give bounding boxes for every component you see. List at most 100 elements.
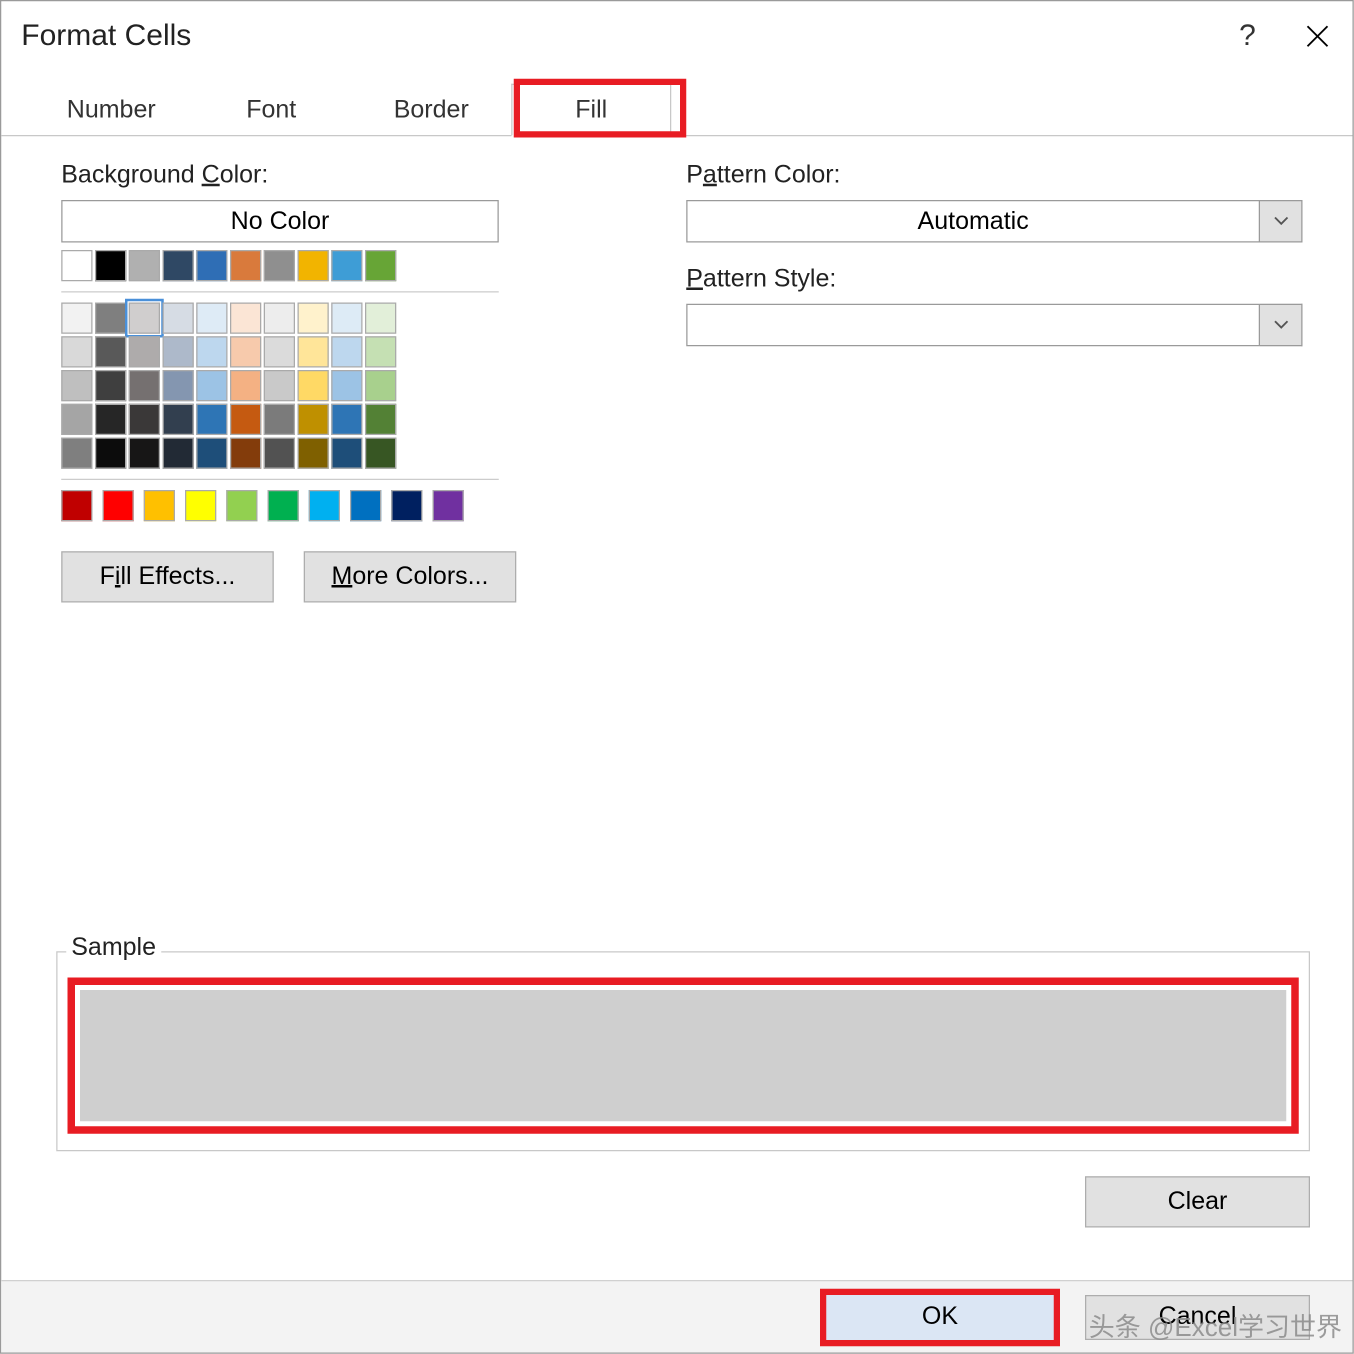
color-swatch[interactable] [298,438,329,469]
tab-border[interactable]: Border [351,84,511,137]
color-swatch[interactable] [331,404,362,435]
color-swatch[interactable] [365,250,396,281]
color-swatch[interactable] [365,303,396,334]
color-swatch[interactable] [129,404,160,435]
color-swatch[interactable] [331,303,362,334]
color-swatch[interactable] [163,250,194,281]
color-swatch[interactable] [129,370,160,401]
color-swatch[interactable] [95,336,126,367]
color-swatch[interactable] [144,490,175,521]
color-swatch[interactable] [196,303,227,334]
pattern-section: Pattern Color: Automatic Pattern Style: [686,161,1302,602]
color-swatch[interactable] [95,438,126,469]
color-swatch[interactable] [365,404,396,435]
color-swatch[interactable] [196,438,227,469]
dropdown-arrow-button[interactable] [1260,200,1303,243]
color-swatch[interactable] [264,370,295,401]
color-swatch[interactable] [129,250,160,281]
color-swatch[interactable] [298,250,329,281]
close-icon [1305,24,1330,49]
color-swatch[interactable] [129,336,160,367]
pattern-style-dropdown[interactable] [686,304,1302,347]
color-swatch[interactable] [196,336,227,367]
color-swatch[interactable] [163,438,194,469]
color-swatch[interactable] [61,250,92,281]
color-swatch[interactable] [264,250,295,281]
color-swatch[interactable] [365,438,396,469]
sample-label: Sample [66,934,161,963]
color-swatch[interactable] [268,490,299,521]
titlebar-actions: ? [1213,1,1353,71]
help-button[interactable]: ? [1213,1,1283,71]
color-swatch[interactable] [230,250,261,281]
dropdown-arrow-button[interactable] [1260,304,1303,347]
color-swatch[interactable] [95,303,126,334]
background-color-label: Background Color: [61,161,586,190]
close-button[interactable] [1283,1,1353,71]
color-swatch[interactable] [264,404,295,435]
color-swatch[interactable] [264,336,295,367]
color-swatch[interactable] [61,303,92,334]
tab-font[interactable]: Font [191,84,351,137]
color-swatch[interactable] [95,250,126,281]
color-swatch[interactable] [95,404,126,435]
color-swatch[interactable] [185,490,216,521]
color-swatch[interactable] [230,303,261,334]
color-swatch[interactable] [298,303,329,334]
tab-fill[interactable]: Fill [511,84,671,137]
label-text: attern Style: [703,265,836,293]
color-swatch[interactable] [298,404,329,435]
chevron-down-icon [1273,216,1288,226]
pattern-color-dropdown[interactable]: Automatic [686,200,1302,243]
color-swatch[interactable] [309,490,340,521]
color-swatch[interactable] [298,370,329,401]
label-accel: a [703,161,717,189]
label-accel: C [202,161,220,189]
cancel-button[interactable]: Cancel [1085,1294,1310,1339]
color-swatch[interactable] [331,336,362,367]
color-swatch[interactable] [61,490,92,521]
color-swatch[interactable] [365,336,396,367]
color-swatch[interactable] [61,370,92,401]
color-swatch[interactable] [95,370,126,401]
color-swatch[interactable] [103,490,134,521]
no-color-button[interactable]: No Color [61,200,499,243]
color-swatch[interactable] [129,438,160,469]
color-swatch[interactable] [331,250,362,281]
clear-button[interactable]: Clear [1085,1176,1310,1227]
ok-button[interactable]: OK [820,1288,1060,1346]
color-swatch[interactable] [163,336,194,367]
sample-highlight [68,978,1299,1134]
label-accel: P [686,265,703,293]
fill-buttons-row: Fill Effects... More Colors... [61,551,586,602]
color-swatch[interactable] [350,490,381,521]
fill-effects-button[interactable]: Fill Effects... [61,551,274,602]
color-swatch[interactable] [163,370,194,401]
color-swatch[interactable] [163,404,194,435]
color-swatch[interactable] [331,370,362,401]
format-cells-dialog: Format Cells ? Number Font Border Fill B… [0,0,1354,1354]
tab-number[interactable]: Number [31,84,191,137]
color-swatch[interactable] [264,438,295,469]
color-swatch[interactable] [365,370,396,401]
more-colors-button[interactable]: More Colors... [304,551,517,602]
color-swatch[interactable] [433,490,464,521]
color-swatch[interactable] [61,404,92,435]
color-swatch[interactable] [61,336,92,367]
color-swatch[interactable] [230,438,261,469]
color-swatch[interactable] [196,250,227,281]
color-swatch[interactable] [230,404,261,435]
color-swatch[interactable] [61,438,92,469]
color-swatch[interactable] [230,336,261,367]
color-swatch[interactable] [196,404,227,435]
color-swatch[interactable] [226,490,257,521]
color-swatch[interactable] [196,370,227,401]
color-swatch[interactable] [264,303,295,334]
color-swatch[interactable] [163,303,194,334]
color-swatch[interactable] [391,490,422,521]
color-swatch[interactable] [230,370,261,401]
separator [61,291,499,292]
color-swatch[interactable] [298,336,329,367]
color-swatch[interactable] [129,303,160,334]
color-swatch[interactable] [331,438,362,469]
